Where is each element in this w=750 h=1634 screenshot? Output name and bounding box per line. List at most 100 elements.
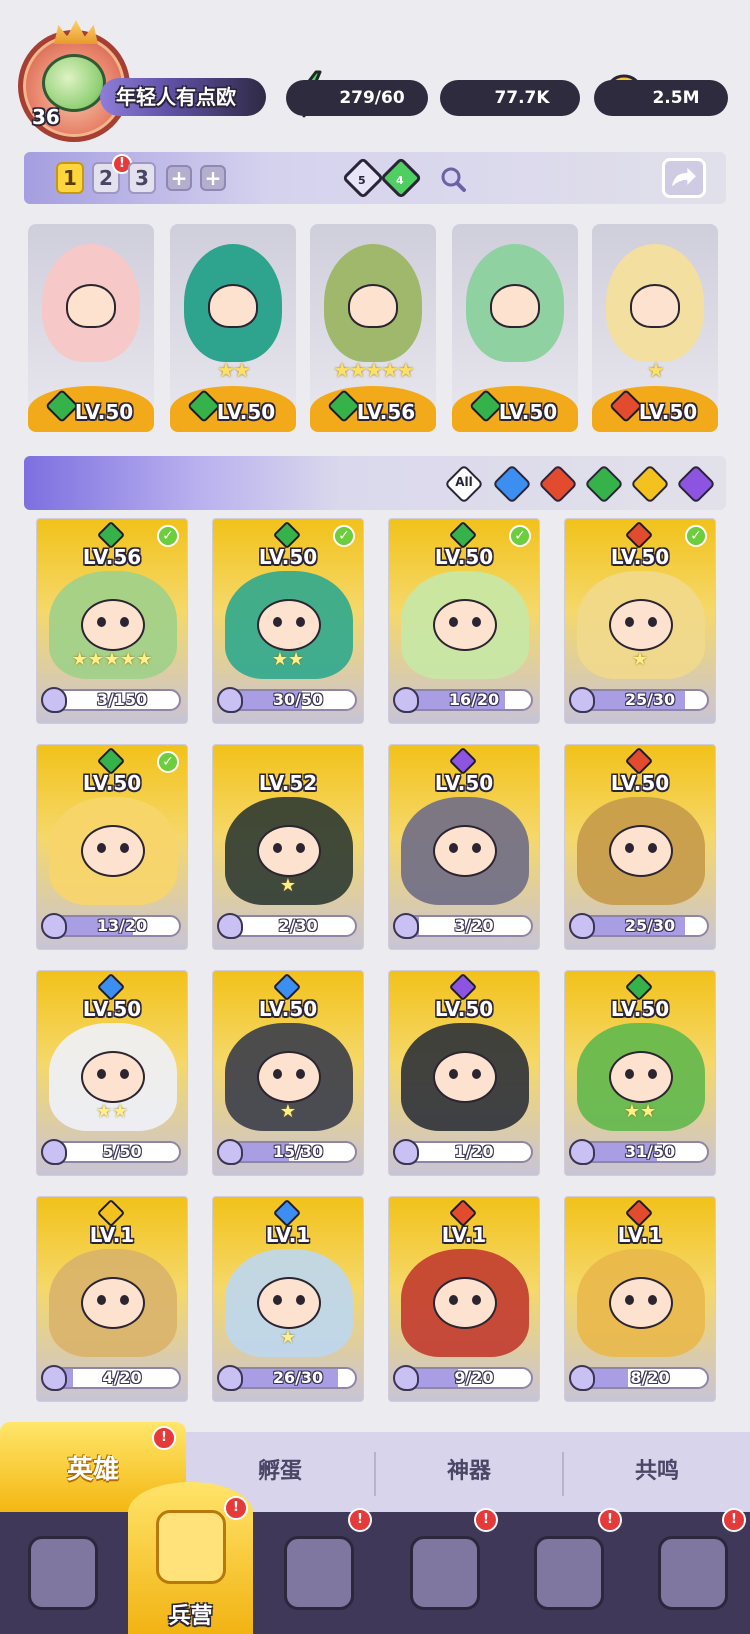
hero-level: LV.50	[82, 771, 142, 795]
search-icon[interactable]	[438, 164, 468, 194]
nav-cards[interactable]	[0, 1512, 125, 1634]
shard-icon	[393, 913, 419, 939]
hero-level: LV.50	[610, 997, 670, 1021]
cards-icon	[28, 1536, 98, 1610]
hero-level: LV.50	[258, 545, 318, 569]
player-name[interactable]: 年轻人有点欧	[100, 78, 266, 116]
hero-level: LV.1	[617, 1223, 663, 1247]
element-filter-bar: All	[24, 456, 726, 510]
hero-level: LV.50	[434, 771, 494, 795]
hero-card[interactable]: LV.50 ★ 15/30	[212, 970, 364, 1176]
mushroom-icon	[534, 1536, 604, 1610]
hero-stars: ★★	[623, 1101, 657, 1122]
shard-icon	[41, 913, 67, 939]
barracks-subtabs: 英雄 ! 孵蛋 神器 共鸣	[0, 1422, 750, 1512]
shard-icon	[393, 1139, 419, 1165]
hero-card[interactable]: ✓ LV.50 ★ 25/30	[564, 518, 716, 724]
hero-eyes	[447, 843, 483, 853]
in-team-check-icon: ✓	[509, 525, 531, 547]
shard-icon	[41, 1139, 67, 1165]
shard-icon	[217, 687, 243, 713]
hero-card[interactable]: LV.50 3/20	[388, 744, 540, 950]
hero-eyes	[447, 1069, 483, 1079]
nav-guild[interactable]: !	[630, 1508, 750, 1634]
hero-stars: ★★	[95, 1101, 129, 1122]
hero-eyes	[95, 1069, 131, 1079]
nav-adventure[interactable]: !	[256, 1508, 381, 1634]
barracks-icon	[156, 1510, 226, 1584]
hero-card[interactable]: LV.1 9/20	[388, 1196, 540, 1402]
hero-stars: ★	[647, 358, 665, 382]
hero-card[interactable]: ✓ LV.50 16/20	[388, 518, 540, 724]
hero-eyes	[623, 843, 659, 853]
team-slot-3[interactable]: ★★★★★ LV.56	[310, 224, 436, 432]
nav-mushroom[interactable]: !	[506, 1508, 631, 1634]
hero-card[interactable]: ✓ LV.50 ★★ 30/50	[212, 518, 364, 724]
filter-fire-icon[interactable]	[538, 464, 578, 504]
shard-icon	[393, 687, 419, 713]
hero-level: LV.56	[356, 400, 416, 424]
white-gem-count: 5	[358, 174, 366, 187]
hero-level: LV.50	[434, 545, 494, 569]
hero-card[interactable]: LV.1 ★ 26/30	[212, 1196, 364, 1402]
shard-icon	[569, 913, 595, 939]
top-bar: 36 年轻人有点欧 + 279/60 + 77.7K + 2.5M	[0, 0, 750, 150]
filter-dark-icon[interactable]	[676, 464, 716, 504]
hero-level: LV.52	[258, 771, 318, 795]
nav-barracks-label: 兵营	[168, 1604, 213, 1629]
hero-stars: ★★★★★	[71, 649, 153, 670]
hero-eyes	[623, 617, 659, 627]
hero-eyes	[271, 1295, 307, 1305]
filter-light-icon[interactable]	[630, 464, 670, 504]
hero-level: LV.50	[434, 997, 494, 1021]
team-slot-4[interactable]: LV.50	[452, 224, 578, 432]
hero-face	[208, 284, 258, 328]
in-team-check-icon: ✓	[333, 525, 355, 547]
hero-card[interactable]: LV.50 ★★ 31/50	[564, 970, 716, 1176]
shard-icon	[41, 687, 67, 713]
hero-card[interactable]: LV.50 ★★ 5/50	[36, 970, 188, 1176]
filter-water-icon[interactable]	[492, 464, 532, 504]
player-level: 36	[32, 105, 60, 129]
hero-eyes	[271, 843, 307, 853]
team-slot-1[interactable]: LV.50	[28, 224, 154, 432]
adventure-nav-badge: !	[348, 1508, 372, 1532]
hero-level: LV.50	[74, 400, 134, 424]
hero-card[interactable]: LV.52 ★ 2/30	[212, 744, 364, 950]
castle-nav-badge: !	[474, 1508, 498, 1532]
hero-level: LV.50	[610, 771, 670, 795]
team-tab-1[interactable]: 1	[56, 162, 84, 194]
hero-card[interactable]: LV.1 4/20	[36, 1196, 188, 1402]
hero-eyes	[95, 843, 131, 853]
hero-card[interactable]: ✓ LV.56 ★★★★★ 3/150	[36, 518, 188, 724]
add-team-button[interactable]: +	[166, 165, 192, 191]
avatar-portrait	[42, 54, 106, 112]
filter-nature-icon[interactable]	[584, 464, 624, 504]
tab-resonance[interactable]: 共鸣	[564, 1432, 750, 1512]
hero-card[interactable]: LV.50 25/30	[564, 744, 716, 950]
bottom-navigation: ! 兵营 ! ! ! !	[0, 1482, 750, 1634]
hero-level: LV.50	[216, 400, 276, 424]
shard-icon	[569, 1139, 595, 1165]
share-icon[interactable]	[662, 158, 706, 198]
tab-artifacts[interactable]: 神器	[376, 1432, 562, 1512]
nav-barracks[interactable]: ! 兵营	[128, 1482, 253, 1634]
shard-icon	[569, 687, 595, 713]
hero-eyes	[271, 1069, 307, 1079]
hero-card[interactable]: LV.50 1/20	[388, 970, 540, 1176]
team-tab-3[interactable]: 3	[128, 162, 156, 194]
energy-counter: 279/60	[286, 80, 428, 116]
hero-card[interactable]: LV.1 8/20	[564, 1196, 716, 1402]
hero-card[interactable]: ✓ LV.50 13/20	[36, 744, 188, 950]
in-team-check-icon: ✓	[685, 525, 707, 547]
guild-nav-badge: !	[722, 1508, 746, 1532]
hero-level: LV.1	[265, 1223, 311, 1247]
nav-castle[interactable]: !	[382, 1508, 507, 1634]
team-slot-2[interactable]: ★★ LV.50	[170, 224, 296, 432]
hero-level: LV.50	[610, 545, 670, 569]
hero-stars: ★	[279, 1327, 297, 1348]
hero-level: LV.50	[638, 400, 698, 424]
hero-eyes	[623, 1295, 659, 1305]
team-slot-5[interactable]: ★ LV.50	[592, 224, 718, 432]
add-team-button-2[interactable]: +	[200, 165, 226, 191]
